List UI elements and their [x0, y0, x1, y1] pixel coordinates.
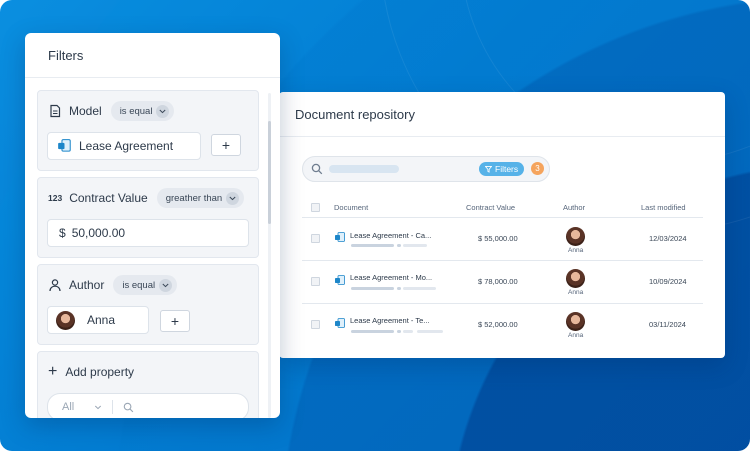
model-label: Model: [69, 104, 102, 118]
row-progress-bar: [403, 330, 413, 333]
document-name[interactable]: Lease Agreement - Te...: [350, 316, 430, 325]
add-property-button[interactable]: + Add property: [48, 362, 143, 382]
author-name: Anna: [568, 247, 584, 254]
search-placeholder-bar: [329, 165, 399, 173]
row-progress-bar: [397, 330, 401, 333]
author-value-field[interactable]: Anna: [47, 306, 149, 334]
contract-value-cell: $ 52,000.00: [478, 320, 518, 329]
author-name: Anna: [568, 289, 584, 296]
chevron-down-icon: [226, 191, 240, 205]
repository-title: Document repository: [295, 106, 415, 122]
row-progress-bar: [403, 287, 436, 290]
document-list-icon: [50, 104, 61, 118]
row-progress-bar: [351, 330, 394, 333]
background: Document repository Filters 3 Document C…: [0, 0, 750, 451]
contract-value-cell: $ 55,000.00: [478, 234, 518, 243]
search-icon: [123, 402, 134, 412]
column-header-document[interactable]: Document: [334, 203, 368, 212]
document-icon: [335, 275, 345, 285]
column-header-last-modified[interactable]: Last modified: [641, 203, 686, 212]
scrollbar-thumb[interactable]: [268, 121, 271, 224]
document-name[interactable]: Lease Agreement - Ca...: [350, 231, 431, 240]
plus-icon: +: [48, 363, 58, 380]
model-value: Lease Agreement: [79, 139, 174, 153]
row-checkbox[interactable]: [311, 320, 320, 329]
currency-symbol: $: [59, 226, 66, 240]
filter-count-badge: 3: [531, 162, 544, 175]
chevron-down-icon: [95, 405, 102, 409]
author-avatar: [566, 227, 585, 246]
row-progress-bar: [351, 287, 394, 290]
funnel-icon: [485, 165, 492, 173]
property-search-field[interactable]: All: [47, 393, 249, 418]
contract-value-operator-select[interactable]: greather than: [156, 188, 245, 208]
add-author-value-button[interactable]: +: [160, 310, 190, 332]
last-modified-cell: 10/09/2024: [649, 277, 687, 286]
contract-value-operator-value: greather than: [165, 192, 223, 204]
row-progress-bar: [403, 244, 427, 247]
row-divider: [302, 303, 703, 304]
row-progress-bar: [351, 244, 394, 247]
chevron-down-icon: [159, 278, 173, 292]
author-name: Anna: [568, 332, 584, 339]
repository-header: Document repository: [279, 92, 725, 137]
last-modified-cell: 03/11/2024: [649, 320, 686, 329]
filters-title: Filters: [48, 47, 84, 63]
add-model-value-button[interactable]: +: [211, 134, 241, 156]
author-operator-value: is equal: [122, 279, 156, 291]
author-value: Anna: [87, 313, 116, 327]
document-icon: [58, 139, 71, 152]
column-header-contract-value[interactable]: Contract Value: [466, 203, 515, 212]
row-checkbox[interactable]: [311, 234, 320, 243]
model-value-field[interactable]: Lease Agreement: [47, 132, 201, 160]
author-avatar: [56, 310, 75, 330]
contract-value-cell: $ 78,000.00: [478, 277, 518, 286]
field-separator: [112, 400, 114, 414]
select-all-checkbox[interactable]: [311, 203, 320, 212]
add-property-label: Add property: [65, 365, 135, 379]
author-label: Author: [69, 278, 105, 292]
document-repository-window: Document repository Filters 3 Document C…: [279, 92, 725, 358]
author-operator-select[interactable]: is equal: [113, 275, 178, 295]
contract-value-label: Contract Value: [69, 191, 148, 205]
search-icon: [311, 163, 323, 175]
contract-value-input: 50,000.00: [71, 226, 126, 240]
document-icon: [335, 232, 345, 242]
author-avatar: [566, 312, 585, 331]
filters-scrollbar[interactable]: [268, 93, 271, 418]
model-operator-value: is equal: [119, 105, 153, 117]
filters-chip-label: Filters: [495, 164, 519, 174]
last-modified-cell: 12/03/2024: [649, 234, 687, 243]
row-divider: [302, 260, 703, 261]
row-progress-bar: [397, 287, 401, 290]
filters-header: Filters: [25, 33, 280, 78]
row-progress-bar: [417, 330, 443, 333]
search-input[interactable]: Filters 3: [302, 156, 550, 182]
row-checkbox[interactable]: [311, 277, 320, 286]
number-icon: 123: [48, 193, 63, 203]
document-icon: [335, 318, 345, 328]
chevron-down-icon: [156, 104, 170, 118]
filters-chip[interactable]: Filters: [479, 162, 525, 176]
author-avatar: [566, 269, 585, 288]
contract-value-field[interactable]: $ 50,000.00: [47, 219, 249, 247]
user-icon: [49, 279, 61, 292]
model-operator-select[interactable]: is equal: [110, 101, 175, 121]
document-name[interactable]: Lease Agreement - Mo...: [350, 273, 432, 282]
filters-panel: Filters Model is equal Lease Agreement +…: [25, 33, 280, 418]
row-progress-bar: [397, 244, 401, 247]
table-divider: [302, 217, 703, 218]
column-header-author[interactable]: Author: [563, 203, 585, 212]
property-type-select[interactable]: All: [62, 401, 74, 413]
